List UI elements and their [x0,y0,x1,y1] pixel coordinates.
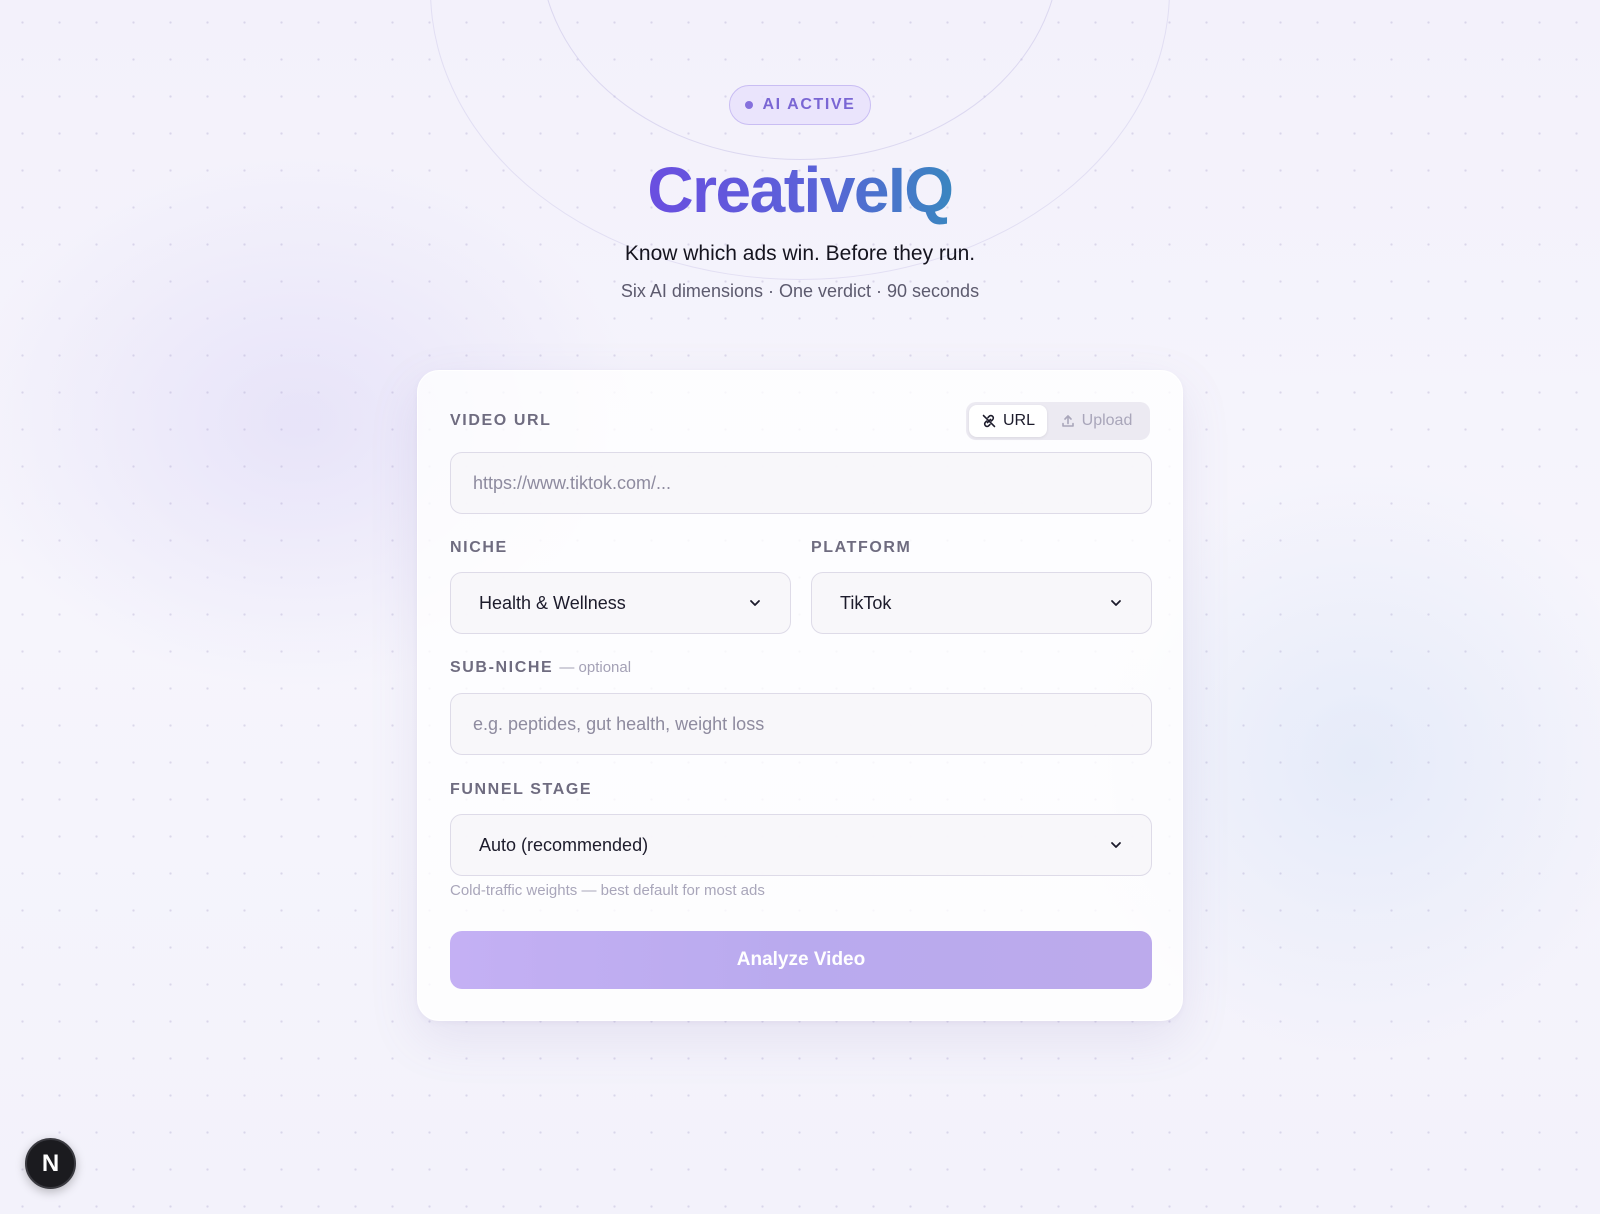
funnel-stage-label: FUNNEL STAGE [450,781,593,798]
url-toggle-button[interactable]: URL [969,405,1047,437]
source-toggle: URL Upload [966,402,1150,440]
app-title: CreativeIQ [0,152,1600,228]
analyze-form-card: VIDEO URL URL Upload https://www.tiktok.… [417,370,1183,1021]
video-url-input[interactable]: https://www.tiktok.com/... [450,452,1152,514]
funnel-stage-select-value: Auto (recommended) [479,834,649,855]
platform-label: PLATFORM [811,539,912,556]
chevron-down-icon [1111,600,1121,606]
decorative-ring-inner [540,0,1060,160]
chevron-down-icon [750,600,760,606]
sub-niche-label: SUB-NICHE — optional [450,659,631,677]
sub-tagline: Six AI dimensions · One verdict · 90 sec… [620,281,980,301]
devtools-badge[interactable]: N [25,1138,76,1189]
sub-niche-label-text: SUB-NICHE [450,659,554,676]
app-title-text: CreativeIQ [647,154,954,226]
sub-niche-input[interactable]: e.g. peptides, gut health, weight loss [450,693,1152,755]
status-dot-icon [744,101,753,109]
upload-toggle-label: Upload [1081,412,1133,429]
tagline: Know which ads win. Before they run. [624,242,976,265]
link-off-icon [982,414,996,428]
funnel-stage-hint: Cold-traffic weights — best default for … [450,882,765,899]
platform-select[interactable]: TikTok [811,572,1152,634]
url-toggle-label: URL [1002,412,1035,429]
upload-icon [1061,415,1074,427]
analyze-video-button[interactable]: Analyze Video [450,931,1152,989]
ai-active-badge: AI ACTIVE [729,85,871,125]
decorative-ring-outer [430,0,1170,280]
optional-note: — optional [559,659,632,676]
niche-label: NICHE [450,539,508,556]
video-url-label: VIDEO URL [450,412,552,429]
ai-active-label: AI ACTIVE [762,96,856,113]
platform-select-value: TikTok [840,592,892,613]
funnel-stage-select[interactable]: Auto (recommended) [450,814,1152,876]
upload-toggle-button[interactable]: Upload [1047,405,1145,437]
niche-select-value: Health & Wellness [479,592,626,613]
chevron-down-icon [1111,842,1121,848]
niche-select[interactable]: Health & Wellness [450,572,791,634]
